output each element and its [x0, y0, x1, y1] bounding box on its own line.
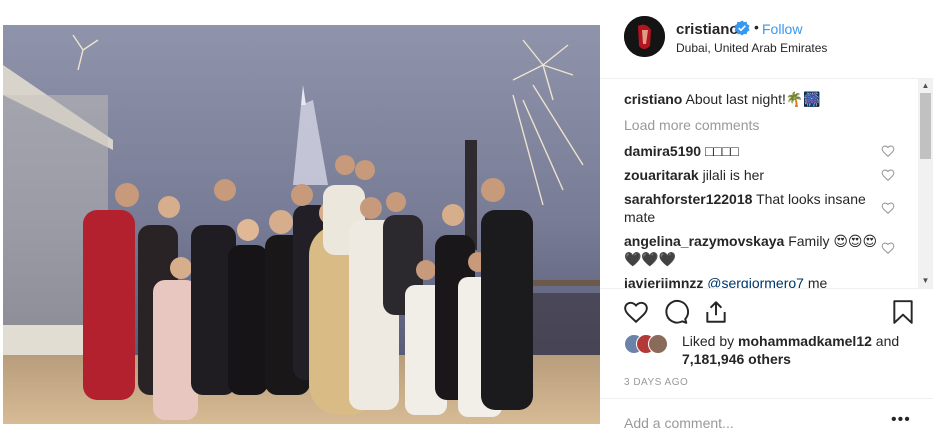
photo-illustration	[3, 25, 600, 424]
caption-text: About last night!🌴🎆	[685, 91, 821, 107]
separator-dot: •	[754, 19, 759, 35]
scrollbar-thumb[interactable]	[920, 93, 931, 159]
comment-item: zouaritarak jilali is her	[624, 166, 884, 184]
comment-username[interactable]: javierjimnzz	[624, 275, 703, 288]
comment-like-heart-icon[interactable]	[881, 201, 895, 215]
comments-scrollbar[interactable]: ▲ ▼	[918, 79, 933, 288]
likes-text: Liked by mohammadkamel12 and 7,181,946 o…	[682, 332, 932, 368]
post-side-panel: cristiano • Follow Dubai, United Arab Em…	[600, 0, 933, 445]
post-location[interactable]: Dubai, United Arab Emirates	[676, 41, 827, 55]
comment-item: damira5190 □□□□	[624, 142, 884, 160]
comment-mention[interactable]: @sergiormero7	[707, 275, 804, 288]
load-more-comments-button[interactable]: Load more comments	[624, 117, 759, 133]
follow-button[interactable]: Follow	[762, 21, 802, 37]
comment-text: me	[807, 275, 828, 288]
scroll-down-arrow-icon[interactable]: ▼	[918, 274, 933, 288]
bookmark-icon[interactable]	[890, 299, 916, 325]
post-timestamp[interactable]: 3 DAYS AGO	[624, 377, 688, 388]
comment-like-heart-icon[interactable]	[881, 168, 895, 182]
add-comment-bar: •••	[600, 398, 933, 446]
post-photo[interactable]	[3, 25, 600, 424]
comment-item: angelina_razymovskaya Family 😍😍😍 🖤🖤🖤	[624, 232, 884, 268]
more-options-icon[interactable]: •••	[891, 411, 911, 429]
comment-username[interactable]: zouaritarak	[624, 167, 699, 183]
likes-summary: Liked by mohammadkamel12 and 7,181,946 o…	[624, 329, 924, 369]
comment-like-heart-icon[interactable]	[881, 144, 895, 158]
likes-middle: and	[875, 333, 900, 349]
add-comment-input[interactable]	[624, 414, 884, 432]
liker-username[interactable]: mohammadkamel12	[738, 333, 872, 349]
liker-avatar	[648, 334, 668, 354]
comments-list[interactable]: cristiano About last night!🌴🎆 Load more …	[600, 79, 918, 288]
comment-username[interactable]: damira5190	[624, 143, 701, 159]
comment-item: javierjimnzz @sergiormero7 me	[624, 274, 884, 288]
comment-icon[interactable]	[663, 299, 689, 325]
heart-icon[interactable]	[623, 299, 649, 325]
comment-text: □□□□	[704, 143, 739, 159]
post-username[interactable]: cristiano	[676, 21, 739, 38]
post-header: cristiano • Follow Dubai, United Arab Em…	[600, 0, 933, 79]
comment-username[interactable]: sarahforster122018	[624, 191, 752, 207]
likes-prefix: Liked by	[682, 333, 735, 349]
liker-avatars	[624, 334, 678, 354]
verified-badge-icon	[734, 20, 750, 36]
comment-text: jilali is her	[702, 167, 765, 183]
avatar-image	[624, 16, 665, 57]
share-icon[interactable]	[703, 299, 729, 325]
scroll-up-arrow-icon[interactable]: ▲	[918, 79, 933, 93]
caption-username[interactable]: cristiano	[624, 91, 682, 107]
likes-count[interactable]: 7,181,946 others	[682, 351, 791, 367]
profile-avatar[interactable]	[624, 16, 665, 57]
caption: cristiano About last night!🌴🎆	[624, 90, 884, 108]
comment-item: sarahforster122018 That looks insane mat…	[624, 190, 884, 226]
comment-username[interactable]: angelina_razymovskaya	[624, 233, 784, 249]
comment-like-heart-icon[interactable]	[881, 241, 895, 255]
